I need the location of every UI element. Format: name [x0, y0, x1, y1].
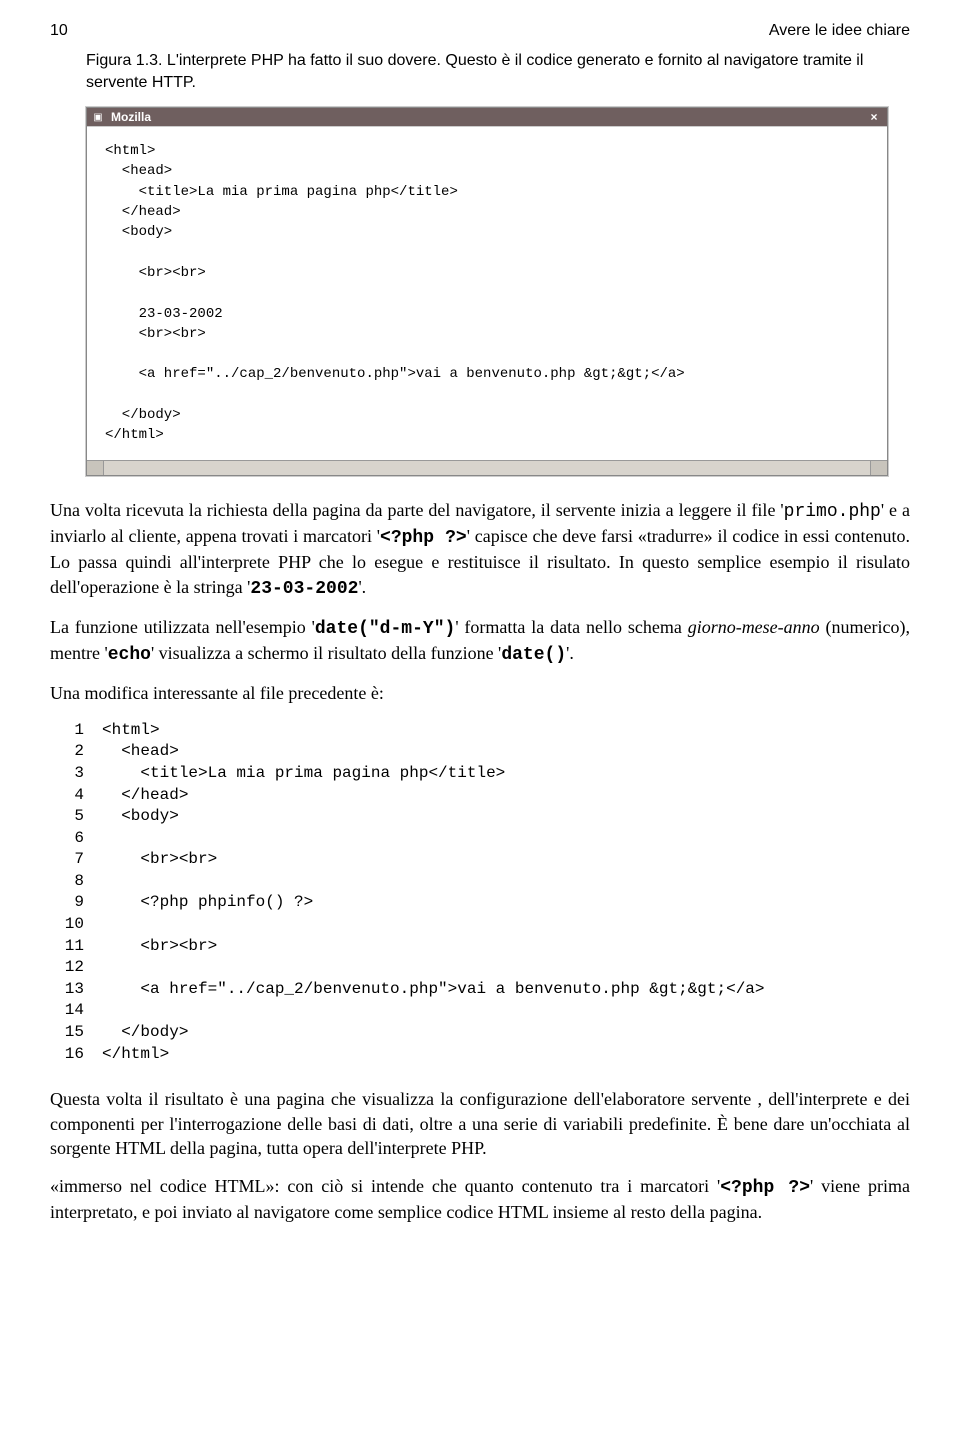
- figure-caption: Figura 1.3. L'interprete PHP ha fatto il…: [86, 50, 886, 93]
- inline-code: date(): [501, 645, 566, 665]
- inline-code: <?php ?>: [380, 528, 467, 548]
- paragraph-4: Questa volta il risultato è una pagina c…: [50, 1087, 910, 1160]
- page-header: 10 Avere le idee chiare: [50, 22, 910, 40]
- code-listing: 1<html> 2 <head> 3 <title>La mia prima p…: [50, 720, 910, 1066]
- window-body: <html> <head> <title>La mia prima pagina…: [87, 126, 887, 459]
- running-title: Avere le idee chiare: [769, 22, 910, 40]
- inline-code: 23-03-2002: [250, 579, 358, 599]
- inline-code: date("d-m-Y"): [315, 619, 455, 639]
- scrollbar[interactable]: [87, 460, 887, 475]
- browser-window: ▣ Mozilla × <html> <head> <title>La mia …: [86, 107, 888, 475]
- paragraph-5: «immerso nel codice HTML»: con ciò si in…: [50, 1174, 910, 1225]
- paragraph-3: Una modifica interessante al file preced…: [50, 681, 910, 705]
- inline-code: primo.php: [784, 502, 881, 522]
- window-titlebar: ▣ Mozilla ×: [87, 108, 887, 126]
- paragraph-1: Una volta ricevuta la richiesta della pa…: [50, 498, 910, 601]
- inline-code: echo: [108, 645, 151, 665]
- window-title: Mozilla: [111, 110, 859, 124]
- inline-code: <?php ?>: [720, 1178, 810, 1198]
- paragraph-2: La funzione utilizzata nell'esempio 'dat…: [50, 615, 910, 668]
- page-number: 10: [50, 22, 68, 40]
- close-icon[interactable]: ×: [865, 110, 883, 124]
- italic-term: giorno-mese-anno: [688, 617, 820, 637]
- window-file-icon: ▣: [91, 110, 105, 124]
